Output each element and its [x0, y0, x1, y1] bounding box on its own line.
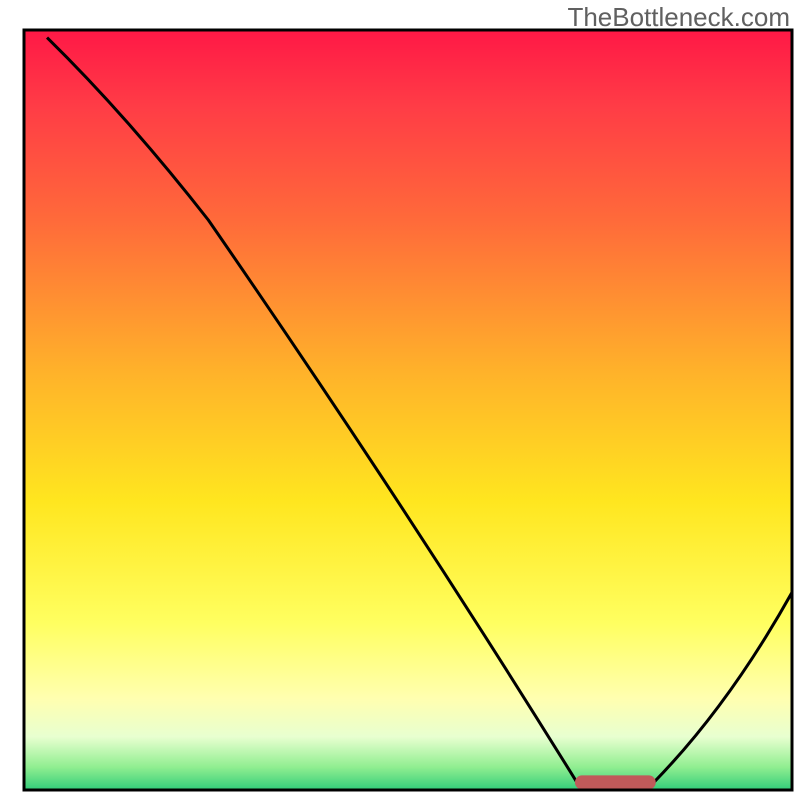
bottleneck-chart	[0, 0, 800, 800]
min-marker	[575, 775, 656, 789]
watermark-text: TheBottleneck.com	[567, 2, 790, 33]
chart-container: TheBottleneck.com	[0, 0, 800, 800]
gradient-background	[24, 30, 792, 790]
